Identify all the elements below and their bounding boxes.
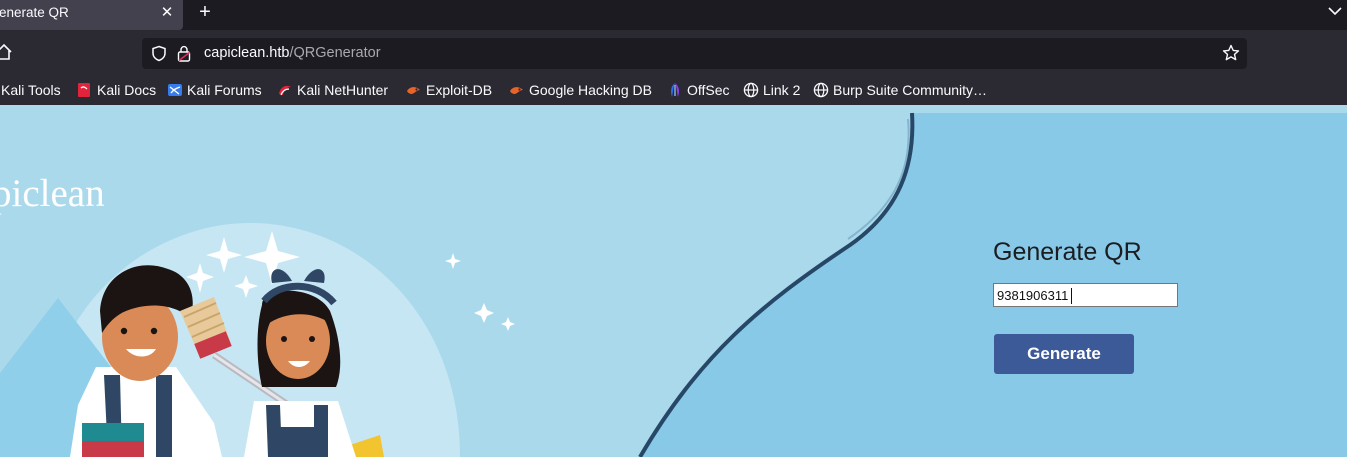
bookmark-kali-forums[interactable]: Kali Forums bbox=[167, 80, 262, 100]
star-icon[interactable] bbox=[1222, 44, 1240, 62]
kali-forums-icon bbox=[168, 84, 182, 96]
chevron-down-icon[interactable] bbox=[1326, 2, 1344, 22]
qr-value-input[interactable] bbox=[993, 283, 1178, 307]
generate-button[interactable]: Generate bbox=[994, 334, 1134, 374]
ghdb-icon bbox=[510, 87, 523, 94]
nethunter-icon bbox=[279, 85, 291, 96]
brand-logo-text: piclean bbox=[0, 172, 105, 215]
navigation-bar: capiclean.htb/QRGenerator bbox=[0, 30, 1347, 76]
url-text[interactable]: capiclean.htb/QRGenerator bbox=[204, 45, 381, 61]
bookmark-label: Google Hacking DB bbox=[529, 82, 652, 98]
lock-icon[interactable] bbox=[177, 45, 191, 62]
bookmark-burp-suite[interactable]: Burp Suite Community… bbox=[813, 80, 987, 100]
url-host: capiclean.htb bbox=[204, 45, 290, 61]
text-caret bbox=[1071, 288, 1072, 304]
plus-icon[interactable]: + bbox=[195, 2, 215, 22]
bookmark-label: Kali NetHunter bbox=[297, 82, 389, 98]
url-bar[interactable]: capiclean.htb/QRGenerator bbox=[142, 38, 1247, 69]
shield-icon[interactable] bbox=[151, 45, 167, 62]
kali-docs-icon bbox=[78, 83, 90, 97]
bookmark-label: Exploit-DB bbox=[426, 82, 493, 98]
page-content: piclean Generate QR Generate bbox=[0, 105, 1347, 457]
bookmark-kali-docs[interactable]: Kali Docs bbox=[77, 80, 156, 100]
bookmark-exploit-db[interactable]: Exploit-DB bbox=[406, 80, 492, 100]
bookmark-label: Kali Docs bbox=[97, 82, 157, 98]
tab-strip: enerate QR ✕ + bbox=[0, 0, 1347, 30]
offsec-icon bbox=[671, 83, 679, 97]
tab-generate-qr[interactable]: enerate QR ✕ bbox=[0, 0, 183, 30]
bookmark-label: Kali Tools bbox=[1, 82, 61, 98]
bookmark-label: Link 2 bbox=[763, 82, 801, 98]
exploit-db-icon bbox=[407, 87, 420, 94]
bookmark-label: Kali Forums bbox=[187, 82, 262, 98]
bookmark-link-2[interactable]: Link 2 bbox=[743, 80, 800, 100]
bookmark-label: Burp Suite Community… bbox=[833, 82, 988, 98]
bookmark-kali-tools[interactable]: Kali Tools bbox=[1, 80, 61, 100]
form-title: Generate QR bbox=[993, 238, 1142, 266]
globe-icon bbox=[743, 82, 759, 98]
globe-icon bbox=[813, 82, 829, 98]
url-path: /QRGenerator bbox=[289, 45, 381, 61]
tab-title: enerate QR bbox=[0, 5, 69, 20]
close-icon[interactable]: ✕ bbox=[158, 3, 176, 21]
bookmark-offsec[interactable]: OffSec bbox=[667, 80, 730, 100]
bookmark-kali-nethunter[interactable]: Kali NetHunter bbox=[277, 80, 388, 100]
bookmark-google-hacking-db[interactable]: Google Hacking DB bbox=[509, 80, 652, 100]
bookmarks-toolbar: Kali Tools Kali Docs Kali Forums Kali Ne… bbox=[0, 76, 1347, 105]
bookmark-label: OffSec bbox=[687, 82, 730, 98]
home-icon[interactable] bbox=[0, 42, 14, 62]
hero-illustration bbox=[0, 112, 1347, 457]
